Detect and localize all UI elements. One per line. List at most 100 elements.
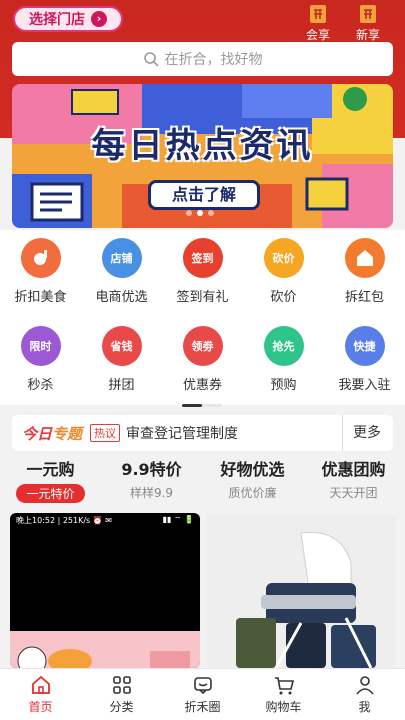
- header: 选择门店 › 会享 新享 在折合，找好物 每日热点资讯 点击了解: [0, 0, 405, 230]
- red-packet-icon: [344, 238, 385, 278]
- grid-icon-glyph: 砍价: [272, 252, 295, 265]
- grid-item-food[interactable]: 折扣美食: [0, 238, 81, 326]
- tab-subtitle: 质优价廉: [228, 486, 277, 500]
- huixiang-icon: [310, 5, 326, 23]
- more-link[interactable]: 更多: [342, 415, 381, 451]
- today-topic[interactable]: 今日专题 热议 审查登记管理制度 更多: [12, 415, 393, 451]
- grid-icon-glyph: 领劵: [191, 340, 214, 353]
- nav-home[interactable]: 首页: [0, 669, 81, 720]
- search-placeholder: 在折合，找好物: [164, 52, 263, 68]
- nav-circle-chat[interactable]: 折禾圈: [162, 669, 243, 720]
- tab-title: 一元购: [26, 460, 75, 479]
- nav-label: 购物车: [265, 700, 302, 714]
- grid-item-group-buy[interactable]: 省钱 拼团: [81, 326, 162, 406]
- today-topic-bar: 今日专题 热议 审查登记管理制度 更多: [0, 410, 405, 455]
- home-icon: [31, 675, 50, 694]
- nav-cart[interactable]: 购物车: [243, 669, 324, 720]
- grid-item-label: 砍价: [270, 290, 297, 305]
- xinxiang-label: 新享: [355, 28, 380, 42]
- nav-label: 我: [358, 700, 371, 714]
- grid-item-red-packet[interactable]: 拆红包: [324, 238, 405, 326]
- select-store-label: 选择门店: [29, 12, 85, 28]
- grid-item-label: 秒杀: [27, 378, 54, 393]
- huixiang-label: 会享: [305, 28, 330, 42]
- app-page: 选择门店 › 会享 新享 在折合，找好物 每日热点资讯 点击了解 折扣美食 店铺…: [0, 0, 405, 720]
- grid-item-label: 拼团: [108, 378, 135, 393]
- grid-item-coupon[interactable]: 领劵 优惠券: [162, 326, 243, 406]
- grid-item-bargain[interactable]: 砍价 砍价: [243, 238, 324, 326]
- nav-label: 分类: [109, 700, 134, 714]
- banner-dot: [186, 210, 192, 216]
- grid-item-label: 折扣美食: [14, 290, 67, 305]
- food-icon: [20, 238, 61, 278]
- tab-title: 优惠团购: [321, 460, 386, 479]
- tab-title: 9.9特价: [121, 460, 182, 479]
- user-icon: [355, 676, 374, 695]
- tab-3[interactable]: 优惠团购 天天开团: [303, 456, 404, 508]
- nav-user[interactable]: 我: [324, 669, 405, 720]
- grid-item-checkin[interactable]: 签到 签到有礼: [162, 238, 243, 326]
- search-bar[interactable]: 在折合，找好物: [12, 42, 393, 76]
- cart-icon: [274, 677, 294, 695]
- bottom-navigation: 首页 分类 折禾圈 购物车 我: [0, 668, 405, 720]
- banner-learn-more-button[interactable]: 点击了解: [148, 180, 260, 210]
- search-icon: [143, 52, 159, 67]
- grid-icon-glyph: 签到: [191, 252, 214, 265]
- product-card-left[interactable]: 晚上10:52 | 251K/s ⏰ ✉ ▮▮ ⌔ 🔋: [10, 513, 200, 668]
- product-image: [10, 631, 200, 668]
- circle-chat-icon: [193, 677, 212, 695]
- grid-item-join[interactable]: 快捷 我要入驻: [324, 326, 405, 406]
- today-topic-text: 审查登记管理制度: [126, 426, 239, 442]
- tab-subtitle: 一元特价: [16, 484, 85, 503]
- grid-item-presale[interactable]: 抢先 预购: [243, 326, 324, 406]
- nav-label: 折禾圈: [184, 700, 221, 714]
- banner-dot-active: [197, 210, 203, 216]
- tab-subtitle: 样样9.9: [129, 486, 174, 500]
- nav-category[interactable]: 分类: [81, 669, 162, 720]
- grid-icon-glyph: 省钱: [110, 340, 133, 353]
- grid-icon-glyph: 店铺: [110, 252, 133, 265]
- coupon-icon: 领劵: [182, 326, 223, 366]
- select-store-button[interactable]: 选择门店 ›: [13, 6, 123, 32]
- grid-icon-glyph: 快捷: [353, 340, 376, 353]
- product-card-right[interactable]: [206, 513, 396, 668]
- grid-item-label: 签到有礼: [176, 290, 229, 305]
- tab-2[interactable]: 好物优选 质优价廉: [202, 456, 303, 508]
- product-image: [206, 513, 396, 668]
- banner-title: 每日热点资讯: [91, 126, 314, 166]
- shop-icon: 店铺: [101, 238, 142, 278]
- banner-dot: [208, 210, 214, 216]
- promo-banner[interactable]: 每日热点资讯 点击了解: [12, 84, 393, 228]
- grid-scroll-indicator: [182, 404, 222, 407]
- grid-item-label: 预购: [270, 378, 297, 393]
- category-icon: [112, 676, 131, 694]
- grid-item-label: 拆红包: [344, 290, 384, 305]
- tab-1[interactable]: 9.9特价样样9.9: [101, 456, 202, 508]
- checkin-icon: 签到: [182, 238, 223, 278]
- tab-subtitle: 天天开团: [329, 486, 378, 500]
- tab-0[interactable]: 一元购 一元特价: [0, 456, 101, 508]
- group-buy-icon: 省钱: [101, 326, 142, 366]
- chevron-right-icon: ›: [91, 11, 107, 27]
- tab-title: 好物优选: [220, 460, 285, 479]
- grid-item-label: 我要入驻: [338, 378, 391, 393]
- grid-icon-glyph: 抢先: [272, 340, 295, 353]
- presale-icon: 抢先: [263, 326, 304, 366]
- grid-item-label: 优惠券: [182, 378, 222, 393]
- hot-tag: 热议: [90, 424, 121, 442]
- grid-icon-glyph: 限时: [29, 340, 52, 353]
- grid-item-flash-sale[interactable]: 限时 秒杀: [0, 326, 81, 406]
- flash-sale-icon: 限时: [20, 326, 61, 366]
- feature-grid: 折扣美食 店铺 电商优选 签到 签到有礼 砍价 砍价 拆红包 限时 秒杀 省钱 拼团 领劵 优惠券 抢先 预购…: [0, 230, 405, 407]
- join-icon: 快捷: [344, 326, 385, 366]
- grid-item-shop[interactable]: 店铺 电商优选: [81, 238, 162, 326]
- xinxiang-icon: [360, 5, 376, 23]
- huixiang-action[interactable]: 会享: [301, 4, 335, 43]
- category-tabs: 一元购 一元特价 9.9特价 样样9.9 好物优选 质优价廉 优惠团购 天天开团: [0, 456, 405, 508]
- product-image-status-bar: 晚上10:52 | 251K/s ⏰ ✉ ▮▮ ⌔ 🔋: [16, 515, 194, 525]
- banner-pagination: [186, 210, 214, 216]
- grid-item-label: 电商优选: [95, 290, 148, 305]
- xinxiang-action[interactable]: 新享: [351, 4, 385, 43]
- nav-label: 首页: [28, 700, 53, 714]
- today-topic-logo: 今日专题: [22, 424, 83, 443]
